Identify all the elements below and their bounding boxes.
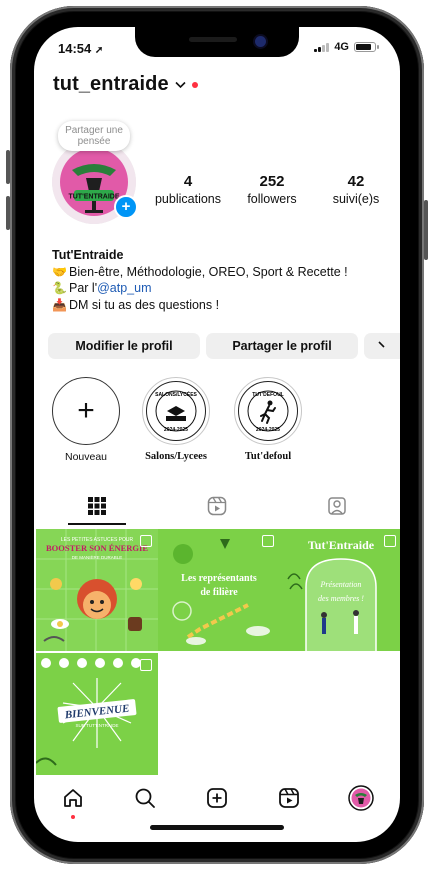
svg-text:TUT'ENTRAIDE: TUT'ENTRAIDE <box>68 194 119 201</box>
svg-text:BOOSTER SON ÉNERGIE: BOOSTER SON ÉNERGIE <box>46 543 148 553</box>
active-tab-indicator <box>68 523 126 525</box>
svg-text:2024-2025: 2024-2025 <box>256 427 280 433</box>
runner-badge-icon: TUT'DEFOUL 2024-2025 <box>241 384 295 438</box>
note-bubble[interactable]: Partager une pensée <box>58 121 130 151</box>
reels-icon <box>207 496 227 516</box>
add-story-icon[interactable]: + <box>114 195 138 219</box>
home-icon <box>64 789 82 807</box>
tab-reels[interactable] <box>156 489 278 523</box>
svg-text:2024-2025: 2024-2025 <box>164 427 188 433</box>
profile-avatar <box>348 785 374 811</box>
post-tile[interactable]: LES PETITES ASTUCES POUR BOOSTER SON ÉNE… <box>36 529 158 651</box>
bottom-nav <box>34 779 400 819</box>
network-label: 4G <box>334 41 349 53</box>
grid-icon <box>88 497 106 515</box>
svg-text:de filière: de filière <box>200 587 238 598</box>
notch <box>135 27 299 57</box>
post-image: Les représentants de filière <box>158 529 280 651</box>
bio-line-2: 🐍 Par l'@atp_um <box>52 281 152 295</box>
person-add-icon <box>378 341 385 348</box>
highlight-tutdefoul[interactable]: TUT'DEFOUL 2024-2025 Tut'defoul <box>226 377 310 462</box>
nav-search[interactable] <box>130 783 160 813</box>
signal-icon <box>314 42 330 52</box>
nav-create[interactable] <box>202 783 232 813</box>
svg-text:SALONS/LYCÉES: SALONS/LYCÉES <box>155 390 197 398</box>
inbox-icon: 📥 <box>52 297 67 312</box>
bio-line-1: 🤝 Bien-être, Méthodologie, OREO, Sport & … <box>52 264 348 279</box>
plus-icon: + <box>77 394 95 427</box>
battery-icon <box>354 42 379 52</box>
search-icon <box>135 788 155 808</box>
volume-up-button <box>6 150 10 184</box>
tagged-icon <box>328 497 346 515</box>
reels-icon <box>279 788 299 808</box>
mention-link[interactable]: @atp_um <box>97 281 151 295</box>
post-tile[interactable]: BIENVENUE SUR TUT'ENTRAIDE <box>36 653 158 775</box>
edit-profile-button[interactable]: Modifier le profil <box>48 333 200 359</box>
bio-line-3: 📥 DM si tu as des questions ! <box>52 297 220 312</box>
post-tile[interactable]: Les représentants de filière <box>158 529 280 651</box>
nav-profile[interactable] <box>346 783 376 813</box>
nav-reels[interactable] <box>274 783 304 813</box>
profile-tabs <box>34 489 400 525</box>
stat-followers[interactable]: 252 followers <box>230 173 314 208</box>
post-tile[interactable]: Tut'Entraide Présentation des membres ! <box>280 529 400 651</box>
profile-bio: Tut'Entraide 🤝 Bien-être, Méthodologie, O… <box>52 247 392 313</box>
snake-icon: 🐍 <box>52 281 67 295</box>
stat-publications[interactable]: 4 publications <box>146 173 230 208</box>
svg-text:des membres !: des membres ! <box>318 594 364 603</box>
highlight-new[interactable]: + Nouveau <box>46 377 126 463</box>
tab-posts[interactable] <box>36 489 158 523</box>
svg-text:Les représentants: Les représentants <box>181 573 257 584</box>
highlight-salons-lycees[interactable]: SALONS/LYCÉES 2024-2025 Salons/Lycees <box>134 377 218 462</box>
profile-stats: 4 publications 252 followers 42 suivi(e)… <box>146 173 396 217</box>
camera-icon <box>255 36 266 47</box>
svg-text:Présentation: Présentation <box>320 580 362 589</box>
tab-tagged[interactable] <box>276 489 398 523</box>
post-image: BIENVENUE SUR TUT'ENTRAIDE <box>36 653 158 775</box>
status-time: 14:54 ➚ <box>58 41 104 56</box>
power-button <box>424 200 428 260</box>
chevron-down-icon <box>175 78 186 92</box>
create-icon <box>207 788 227 808</box>
post-image: LES PETITES ASTUCES POUR BOOSTER SON ÉNE… <box>36 529 158 651</box>
stat-following[interactable]: 42 suivi(e)s <box>314 173 398 208</box>
volume-down-button <box>6 196 10 230</box>
notification-dot <box>191 81 198 88</box>
discover-people-button[interactable] <box>364 333 400 359</box>
svg-text:Tut'Entraide: Tut'Entraide <box>308 538 375 552</box>
account-switcher[interactable]: tut_entraide <box>53 73 198 96</box>
home-indicator <box>150 825 284 830</box>
app-screen: 14:54 ➚ 4G tut_entraide Partager une pen… <box>34 27 400 842</box>
display-name: Tut'Entraide <box>52 248 124 262</box>
svg-text:TUT'DEFOUL: TUT'DEFOUL <box>252 392 283 398</box>
nav-home[interactable] <box>58 783 88 819</box>
handshake-icon: 🤝 <box>52 264 67 279</box>
salons-badge-icon: SALONS/LYCÉES 2024-2025 <box>149 384 203 438</box>
username: tut_entraide <box>53 73 169 95</box>
svg-text:SUR TUT'ENTRAIDE: SUR TUT'ENTRAIDE <box>75 723 118 728</box>
share-profile-button[interactable]: Partager le profil <box>206 333 358 359</box>
post-image: Tut'Entraide Présentation des membres ! <box>280 529 400 651</box>
svg-text:DE MANIÈRE DURABLE: DE MANIÈRE DURABLE <box>72 554 123 560</box>
